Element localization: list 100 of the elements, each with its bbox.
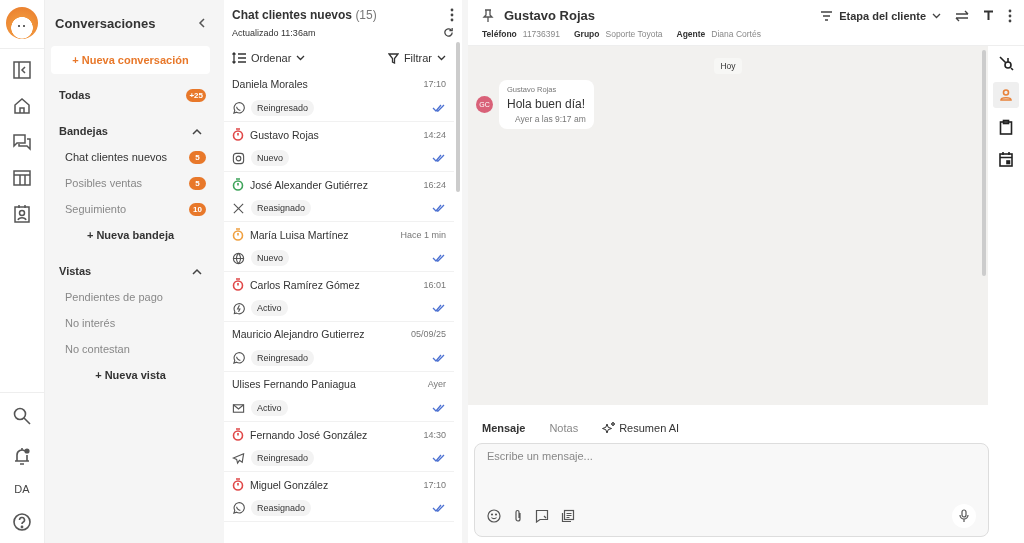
conversation-item[interactable]: Mauricio Alejandro Gutierrez 05/09/25 Reingresado: [224, 322, 454, 372]
section-header[interactable]: Vistas: [55, 258, 206, 284]
conversation-time: 16:01: [423, 279, 446, 290]
double-check-icon: [432, 404, 446, 412]
count-badge: +25: [186, 88, 206, 102]
conversation-item[interactable]: Fernando José González 14:30 Reingresado: [224, 422, 454, 472]
message-text: Hola buen día!: [507, 97, 586, 111]
status-tag: Nuevo: [251, 250, 289, 266]
contact-name: José Alexander Gutiérrez: [250, 178, 368, 191]
transfer-icon[interactable]: [955, 9, 969, 22]
conversation-item[interactable]: Daniela Morales 17:10 Reingresado: [224, 72, 454, 122]
sort-icon: [232, 52, 246, 64]
phone-bubble-icon: [232, 351, 245, 365]
status-tag: Reasignado: [251, 500, 312, 516]
caret-icon: [437, 55, 446, 61]
add-button[interactable]: + Nueva bandeja: [55, 222, 206, 248]
contact-name: Miguel González: [250, 478, 329, 491]
conversation-time: Ayer: [427, 379, 446, 389]
x-icon: [232, 201, 245, 215]
envelope-icon: [232, 401, 245, 415]
sidebar-item[interactable]: Chat clientes nuevos 5: [55, 144, 206, 170]
conversation-time: 14:30: [423, 429, 446, 440]
phone-bubble-icon: [232, 101, 245, 115]
filter-button[interactable]: Filtrar: [387, 52, 446, 64]
composer-tab[interactable]: Mensaje: [482, 421, 538, 435]
microphone-icon[interactable]: [952, 504, 976, 528]
chevron-icon[interactable]: [192, 267, 202, 275]
contact-name: María Luisa Martínez: [250, 228, 349, 241]
user-avatar[interactable]: DA: [14, 483, 30, 495]
date-chip: Hoy: [714, 58, 742, 74]
bubble-icon[interactable]: [535, 509, 549, 523]
conversation-time: 17:10: [423, 479, 446, 490]
add-button[interactable]: + Nueva vista: [55, 362, 206, 388]
double-check-icon: [432, 104, 446, 112]
count-badge: 10: [189, 202, 206, 216]
filter-icon: [387, 52, 399, 64]
paperclip-icon[interactable]: [513, 509, 523, 523]
conversation-item[interactable]: Carlos Ramírez Gómez 16:01 Activo: [224, 272, 454, 322]
pin-icon[interactable]: [482, 8, 494, 23]
templates-icon[interactable]: [561, 509, 575, 523]
contact-name: Gustavo Rojas: [250, 128, 319, 141]
field-value: 11736391: [522, 29, 560, 39]
sort-button[interactable]: Ordenar: [232, 52, 306, 64]
double-check-icon: [432, 504, 446, 512]
double-check-icon: [432, 304, 446, 312]
conversation-time: 17:10: [423, 79, 446, 89]
field-label: Agente: [676, 29, 706, 39]
status-tag: Reingresado: [251, 350, 315, 366]
status-tag: Activo: [251, 400, 288, 416]
message-composer[interactable]: Escribe un mensaje...: [474, 443, 989, 537]
double-check-icon: [432, 454, 446, 462]
status-tag: Reasignado: [251, 200, 312, 216]
logo-icon: [6, 7, 38, 39]
conversation-item[interactable]: Gustavo Rojas 14:24 Nuevo: [224, 122, 454, 172]
scrollbar[interactable]: [456, 42, 460, 192]
contact-name: Gustavo Rojas: [504, 8, 596, 23]
inbox-title: Chat clientes nuevos (15): [232, 8, 377, 22]
caret-icon: [296, 55, 306, 61]
message-input[interactable]: Escribe un mensaje...: [487, 450, 976, 504]
chevron-icon[interactable]: [192, 127, 202, 135]
conversation-time: Hace 1 min: [400, 229, 446, 240]
section-header[interactable]: Bandejas: [55, 118, 206, 144]
collapse-icon[interactable]: [198, 18, 206, 28]
scrollbar[interactable]: [982, 50, 986, 276]
composer-tab[interactable]: Notas: [549, 421, 591, 435]
double-check-icon: [432, 354, 446, 362]
filter-lines-icon: [820, 10, 834, 21]
more-icon[interactable]: [1008, 8, 1012, 23]
conversation-item[interactable]: Miguel González 17:10 Reasignado: [224, 472, 454, 522]
status-tag: Activo: [251, 300, 288, 316]
conversation-time: 14:24: [423, 129, 446, 140]
conversation-item[interactable]: José Alexander Gutiérrez 16:24 Reasignado: [224, 172, 454, 222]
text-format-icon[interactable]: [983, 10, 994, 21]
sparkle-icon: [602, 421, 617, 435]
refresh-icon[interactable]: [443, 27, 454, 38]
count-badge: 5: [189, 150, 206, 164]
conversation-time: 05/09/25: [410, 329, 446, 339]
more-icon[interactable]: [450, 8, 454, 22]
conversation-item[interactable]: María Luisa Martínez Hace 1 min Nuevo: [224, 222, 454, 272]
contact-name: Mauricio Alejandro Gutierrez: [232, 328, 365, 340]
camera-icon: [232, 151, 245, 165]
contact-name: Carlos Ramírez Gómez: [250, 278, 360, 291]
composer-tab[interactable]: Resumen AI: [602, 421, 692, 435]
count-badge: 5: [189, 176, 206, 190]
sidebar-item[interactable]: Todas +25: [55, 82, 206, 108]
conversation-time: 16:24: [423, 179, 446, 190]
bolt-bubble-icon: [232, 301, 245, 315]
message-time: Ayer a las 9:17 am: [515, 114, 586, 124]
conversation-item[interactable]: Ulises Fernando Paniagua Ayer Activo: [224, 372, 454, 422]
field-label: Grupo: [574, 29, 600, 39]
double-check-icon: [432, 204, 446, 212]
contact-name: Fernando José González: [250, 428, 368, 441]
globe-icon: [232, 251, 245, 265]
field-value: Diana Cortés: [711, 29, 761, 39]
contact-name: Ulises Fernando Paniagua: [232, 378, 356, 390]
emoji-icon[interactable]: [487, 509, 501, 523]
caret-icon: [932, 12, 941, 19]
stage-dropdown[interactable]: Etapa del cliente: [820, 9, 941, 22]
updated-label: Actualizado 11:36am: [232, 27, 316, 38]
status-tag: Nuevo: [251, 150, 289, 166]
